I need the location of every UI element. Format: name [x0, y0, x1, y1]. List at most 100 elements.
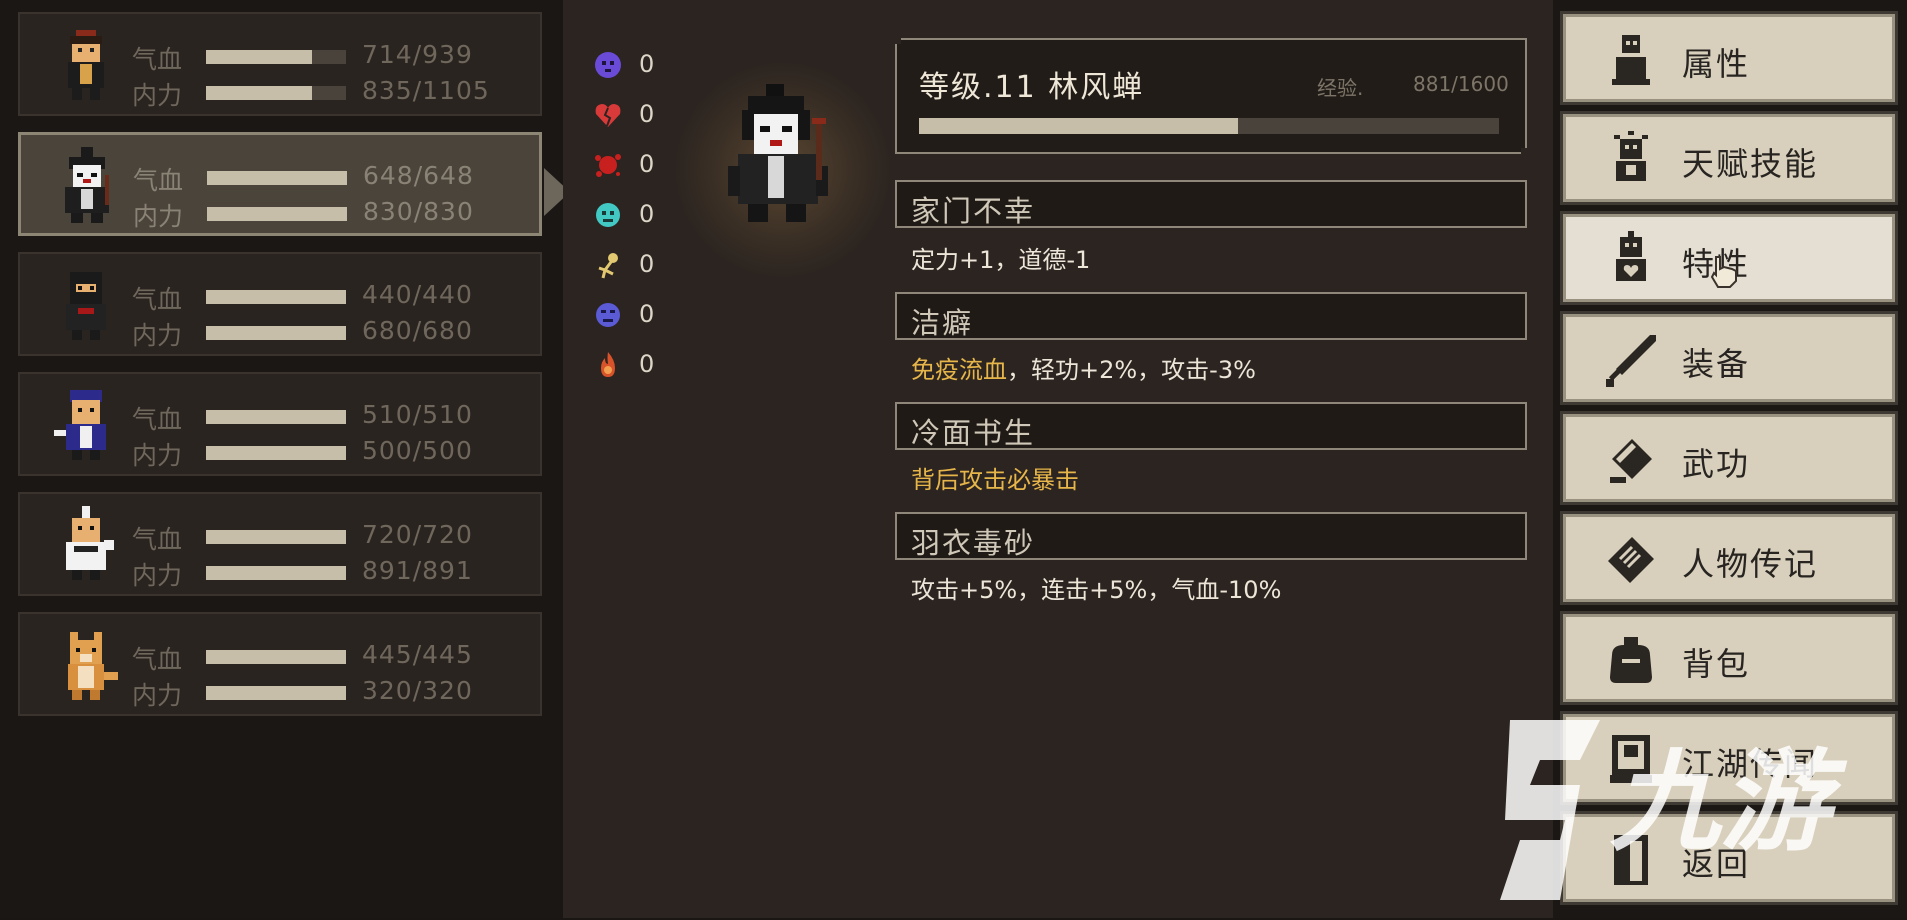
hp-bar	[207, 171, 347, 185]
menu-label: 背包	[1682, 645, 1751, 683]
menu-button-biography[interactable]: 人物传记	[1560, 511, 1898, 605]
fire-icon	[601, 352, 615, 377]
trait-header[interactable]: 洁癖	[895, 292, 1527, 340]
scroll-icon	[1608, 537, 1654, 583]
party-member-card[interactable]: 气血 714/939 内力 835/1105	[18, 12, 542, 116]
character-portrait	[54, 390, 106, 460]
level-and-name: 等级.11 林风蝉	[919, 70, 1145, 105]
sword-icon	[1606, 335, 1656, 387]
mp-label: 内力	[132, 681, 183, 710]
trait-header[interactable]: 羽衣毒砂	[895, 512, 1527, 560]
menu-button-back[interactable]: 返回	[1560, 811, 1898, 905]
heart-person-icon	[1616, 231, 1646, 281]
broken-heart-icon	[595, 104, 621, 127]
resistance-value: 0	[639, 150, 655, 178]
resistance-value: 0	[639, 200, 655, 228]
menu-button-talent-skills[interactable]: 天赋技能	[1560, 111, 1898, 205]
trait-header[interactable]: 家门不幸	[895, 180, 1527, 228]
trait-description: 背后攻击必暴击	[911, 460, 1079, 495]
menu-button-traits[interactable]: 特性	[1560, 211, 1898, 305]
resistance-value: 0	[639, 250, 655, 278]
hp-bar	[206, 650, 346, 664]
trait-name: 家门不幸	[911, 194, 1036, 228]
menu-button-martial-arts[interactable]: 武功	[1560, 411, 1898, 505]
trait-description: 攻击+5%，连击+5%，气血-10%	[911, 570, 1281, 605]
trait-desc-text: 攻击+5%，连击+5%，气血-10%	[911, 576, 1282, 604]
hp-label: 气血	[132, 645, 183, 674]
trait-desc-text: ，轻功+2%，攻击-3%	[1007, 356, 1256, 384]
menu-label: 武功	[1682, 445, 1751, 483]
door-icon	[1614, 835, 1648, 885]
hp-label: 气血	[132, 45, 183, 74]
teal-face-icon	[596, 203, 620, 227]
trait-name: 羽衣毒砂	[911, 526, 1036, 560]
mp-value: 680/680	[362, 316, 473, 345]
character-portrait	[68, 30, 104, 100]
hp-bar	[206, 410, 346, 424]
mp-bar	[206, 86, 346, 100]
character-detail-panel: 0 0 0 0 0 0 0 等级.11 林风蝉 经验. 881/1600 家门不…	[563, 0, 1553, 918]
character-portrait	[66, 506, 114, 580]
hp-value: 445/445	[362, 640, 473, 669]
resistance-value: 0	[639, 100, 655, 128]
resistance-value: 0	[639, 350, 655, 378]
idea-person-icon	[1614, 131, 1648, 181]
party-member-card[interactable]: 气血 510/510 内力 500/500	[18, 372, 542, 476]
mp-label: 内力	[132, 321, 183, 350]
menu-button-attributes[interactable]: 属性	[1560, 11, 1898, 105]
menu-button-inventory[interactable]: 背包	[1560, 611, 1898, 705]
hero-sprite	[728, 84, 828, 222]
trait-name: 冷面书生	[911, 416, 1036, 450]
hp-bar	[206, 290, 346, 304]
bag-icon	[1610, 637, 1652, 683]
menu-button-rumors[interactable]: 江湖传闻	[1560, 711, 1898, 805]
trait-description: 免疫流血，轻功+2%，攻击-3%	[911, 350, 1256, 385]
party-member-card[interactable]: 气血 440/440 内力 680/680	[18, 252, 542, 356]
resistance-value: 0	[639, 50, 655, 78]
mp-label: 内力	[133, 202, 184, 231]
hp-value: 510/510	[362, 400, 473, 429]
level-panel: 等级.11 林风蝉 经验. 881/1600	[893, 36, 1529, 156]
menu-button-equipment[interactable]: 装备	[1560, 311, 1898, 405]
menu-label: 返回	[1682, 845, 1751, 883]
skull-poison-icon	[595, 52, 621, 78]
trait-name: 洁癖	[911, 306, 974, 340]
mp-label: 内力	[132, 81, 183, 110]
hp-label: 气血	[132, 525, 183, 554]
trait-description: 定力+1，道德-1	[911, 240, 1090, 275]
party-member-card[interactable]: 气血 720/720 内力 891/891	[18, 492, 542, 596]
exp-bar	[919, 118, 1499, 134]
hp-value: 648/648	[363, 161, 474, 190]
resistance-value: 0	[639, 300, 655, 328]
hp-value: 714/939	[362, 40, 473, 69]
trait-desc-text: 定力+1，道德-1	[911, 246, 1091, 274]
mp-bar	[206, 326, 346, 340]
mp-value: 320/320	[362, 676, 473, 705]
character-portrait	[66, 272, 106, 340]
mp-value: 830/830	[363, 197, 474, 226]
mp-bar	[206, 566, 346, 580]
stun-star-icon	[598, 253, 618, 279]
menu-label: 天赋技能	[1682, 145, 1819, 183]
person-icon	[1612, 35, 1650, 85]
hp-label: 气血	[132, 285, 183, 314]
mp-bar	[206, 446, 346, 460]
hp-value: 720/720	[362, 520, 473, 549]
hp-bar	[206, 50, 346, 64]
trait-header[interactable]: 冷面书生	[895, 402, 1527, 450]
book-icon	[1610, 439, 1652, 483]
hp-bar	[206, 530, 346, 544]
menu-label: 属性	[1682, 45, 1751, 83]
party-member-card-selected[interactable]: 气血 648/648 内力 830/830	[18, 132, 542, 236]
character-portrait	[68, 632, 118, 700]
party-roster: 气血 714/939 内力 835/1105 气血 648/648 内力 830…	[0, 0, 570, 918]
hp-value: 440/440	[362, 280, 473, 309]
character-portrait	[65, 147, 109, 223]
mp-value: 500/500	[362, 436, 473, 465]
menu-label: 江湖传闻	[1682, 745, 1819, 783]
hp-label: 气血	[133, 166, 184, 195]
party-member-card[interactable]: 气血 445/445 内力 320/320	[18, 612, 542, 716]
hand-cursor-icon	[1710, 256, 1737, 288]
side-menu: 属性 天赋技能 特性 装备 武功	[1553, 0, 1907, 918]
hp-label: 气血	[132, 405, 183, 434]
